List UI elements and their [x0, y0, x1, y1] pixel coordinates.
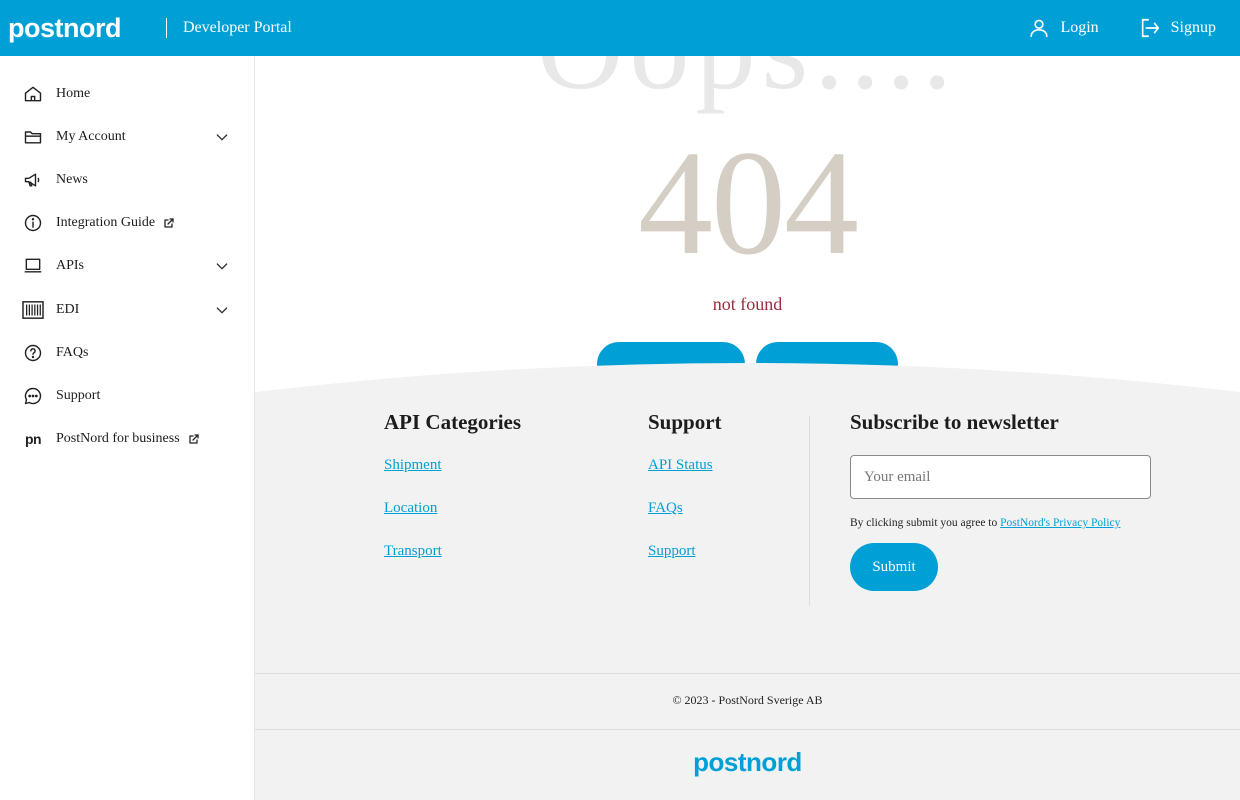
top-header: postnord Developer Portal Login Signup [0, 0, 1240, 56]
laptop-icon [22, 255, 44, 277]
api-categories-title: API Categories [384, 410, 522, 434]
info-icon [22, 212, 44, 234]
sidebar-item-my-account[interactable]: My Account [0, 115, 254, 158]
chevron-down-icon[interactable] [214, 129, 230, 145]
logo-text: postnord [8, 12, 121, 43]
sidebar-item-faqs[interactable]: FAQs [0, 331, 254, 374]
signup-icon [1141, 18, 1159, 38]
footer-separator [255, 729, 1240, 730]
login-button[interactable]: Login [1020, 0, 1106, 56]
newsletter-title: Subscribe to newsletter [850, 410, 1059, 434]
question-icon [22, 342, 44, 364]
sidebar-item-label: News [56, 171, 88, 187]
sidebar-item-support[interactable]: Support [0, 374, 254, 417]
user-icon [1030, 19, 1049, 38]
postnord-logo[interactable]: postnord [8, 14, 142, 42]
sidebar-item-label: APIs [56, 258, 85, 274]
api-categories-column: API Categories Shipment Location Transpo… [384, 410, 521, 584]
oops-heading: Oops.... [255, 56, 1240, 108]
copyright-text: © 2023 - PostNord Sverige AB [672, 693, 823, 707]
sidebar-item-edi[interactable]: EDI [0, 288, 254, 331]
newsletter-column: Subscribe to newsletter By clicking subm… [850, 410, 1151, 591]
sidebar-item-news[interactable]: News [0, 158, 254, 201]
privacy-policy-link[interactable]: PostNord's Privacy Policy [1000, 517, 1120, 529]
login-label: Login [1060, 19, 1099, 36]
portal-title[interactable]: Developer Portal [183, 19, 292, 37]
footer-link-api-status[interactable]: API Status [648, 455, 722, 475]
consent-label: By clicking submit you agree to [850, 517, 1001, 529]
chevron-down-icon[interactable] [214, 302, 230, 318]
sidebar-item-label: FAQs [56, 344, 89, 360]
footer: API Categories Shipment Location Transpo… [255, 362, 1240, 800]
folder-icon [22, 126, 44, 148]
barcode-icon [22, 299, 44, 321]
sidebar-nav: Home My Account News Integration Guide A… [0, 56, 255, 800]
footer-link-location[interactable]: Location [384, 498, 521, 518]
sidebar-item-label: Home [56, 85, 91, 101]
header-actions: Login Signup [1020, 0, 1240, 56]
chat-icon [22, 385, 44, 407]
external-link-icon [163, 217, 175, 229]
sidebar-item-integration-guide[interactable]: Integration Guide [0, 202, 254, 245]
sidebar-item-apis[interactable]: APIs [0, 245, 254, 288]
support-title: Support [648, 410, 722, 434]
footer-link-shipment[interactable]: Shipment [384, 455, 521, 475]
megaphone-icon [22, 169, 44, 191]
footer-link-faqs[interactable]: FAQs [648, 498, 722, 518]
consent-text: By clicking submit you agree to PostNord… [850, 513, 1151, 533]
footer-logo-text: postnord [693, 747, 802, 777]
sidebar-item-label: Integration Guide [56, 215, 156, 231]
sidebar-item-label: EDI [56, 301, 80, 317]
sidebar-item-postnord-for-business[interactable]: pn PostNord for business [0, 418, 254, 461]
sidebar-item-label: PostNord for business [56, 431, 180, 447]
chevron-down-icon[interactable] [214, 258, 230, 274]
sidebar-item-home[interactable]: Home [0, 72, 254, 115]
footer-divider [809, 416, 810, 606]
main-content: Oops.... 404 not found API Categories Sh… [255, 56, 1240, 800]
sidebar-item-label: Support [56, 387, 101, 403]
pn-icon: pn [24, 431, 42, 448]
external-link-icon [188, 433, 200, 445]
sidebar-item-label: My Account [56, 128, 126, 144]
signup-button[interactable]: Signup [1131, 0, 1224, 56]
support-column: Support API Status FAQs Support [648, 410, 722, 584]
error-code: 404 [638, 120, 859, 286]
email-input[interactable] [850, 455, 1151, 499]
footer-postnord-logo[interactable]: postnord [255, 747, 1240, 778]
submit-button[interactable]: Submit [850, 543, 938, 591]
home-icon [22, 83, 44, 105]
header-divider [166, 18, 167, 38]
footer-link-support[interactable]: Support [648, 541, 722, 561]
signup-label: Signup [1170, 19, 1216, 36]
not-found-message: not found [712, 294, 783, 314]
footer-separator [255, 673, 1240, 674]
footer-link-transport[interactable]: Transport [384, 541, 521, 561]
